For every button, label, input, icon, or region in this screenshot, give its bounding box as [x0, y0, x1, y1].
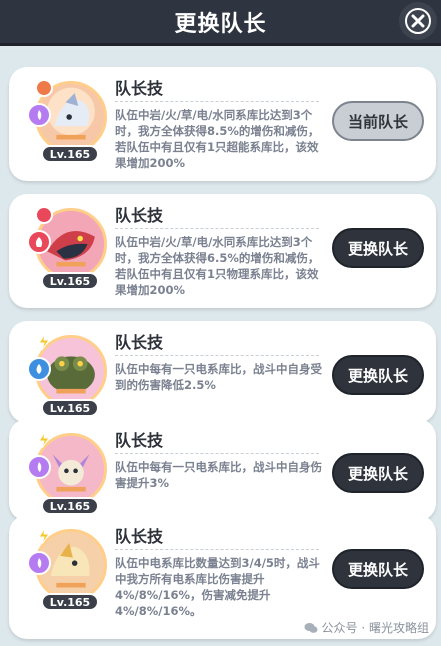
skill-title: 队长技: [115, 206, 164, 225]
leader-card: Lv.165 队长技 队伍中岩/火/草/电/水同系库比达到3个时，我方全体获得8…: [9, 67, 436, 181]
skill-title: 队长技: [115, 527, 164, 546]
wechat-icon: [304, 622, 318, 633]
watermark: 公众号 · 曙光攻略组: [304, 619, 429, 636]
close-icon: [405, 8, 431, 34]
level-badge: Lv.165: [41, 399, 99, 417]
water-element-icon: [27, 357, 51, 381]
avatar-container: Lv.165: [27, 431, 111, 519]
divider: [115, 453, 319, 454]
skill-description: 队伍中每有一只电系库比，战斗中自身伤害提升3%: [115, 460, 322, 490]
dragon-element-icon: [27, 551, 51, 575]
skill-description: 队伍中岩/火/草/电/水同系库比达到3个时，我方全体获得8.5%的增伤和减伤，若…: [115, 108, 320, 170]
dragon-element-icon: [27, 455, 51, 479]
level-badge: Lv.165: [41, 145, 99, 163]
change-leader-button[interactable]: 更换队长: [332, 355, 424, 395]
change-leader-button[interactable]: 更换队长: [332, 549, 424, 589]
divider: [115, 355, 319, 356]
level-badge: Lv.165: [41, 593, 99, 611]
leader-card: Lv.165 队长技 队伍中岩/火/草/电/水同系库比达到3个时，我方全体获得6…: [9, 194, 436, 308]
divider: [115, 549, 319, 550]
avatar-container: Lv.165: [27, 206, 111, 294]
watermark-text: 公众号 · 曙光攻略组: [321, 621, 429, 635]
close-button[interactable]: [399, 2, 437, 40]
fire-element-icon: [27, 230, 51, 254]
current-leader-button[interactable]: 当前队长: [332, 101, 424, 141]
change-leader-button[interactable]: 更换队长: [332, 228, 424, 268]
skill-tag-icon: [35, 431, 53, 449]
skill-description: 队伍中岩/火/草/电/水同系库比达到3个时，我方全体获得6.5%的增伤和减伤，若…: [115, 235, 320, 297]
skill-tag-icon: [35, 333, 53, 351]
header-bar: 更换队长: [0, 0, 441, 46]
avatar-container: Lv.165: [27, 527, 111, 615]
skill-title: 队长技: [115, 333, 164, 352]
skill-tag-icon: [35, 206, 53, 224]
skill-description: 队伍中每有一只电系库比，战斗中自身受到的伤害降低2.5%: [115, 362, 322, 392]
level-badge: Lv.165: [41, 497, 99, 515]
page-title: 更换队长: [174, 11, 267, 37]
leader-list[interactable]: Lv.165 队长技 队伍中岩/火/草/电/水同系库比达到3个时，我方全体获得8…: [0, 49, 441, 646]
leader-card: Lv.165 队长技 队伍中每有一只电系库比，战斗中自身受到的伤害降低2.5% …: [9, 321, 436, 423]
skill-tag-icon: [35, 527, 53, 545]
skill-tag-icon: [35, 79, 53, 97]
skill-title: 队长技: [115, 79, 164, 98]
level-badge: Lv.165: [41, 272, 99, 290]
dragon-element-icon: [27, 103, 51, 127]
avatar-container: Lv.165: [27, 333, 111, 421]
skill-title: 队长技: [115, 431, 164, 450]
avatar-container: Lv.165: [27, 79, 111, 167]
divider: [115, 228, 319, 229]
change-leader-button[interactable]: 更换队长: [332, 453, 424, 493]
divider: [115, 101, 319, 102]
leader-card: Lv.165 队长技 队伍中每有一只电系库比，战斗中自身伤害提升3% 更换队长: [9, 419, 436, 521]
skill-description: 队伍中电系库比数量达到3/4/5时，战斗中我方所有电系库比伤害提升4%/8%/1…: [115, 556, 320, 618]
